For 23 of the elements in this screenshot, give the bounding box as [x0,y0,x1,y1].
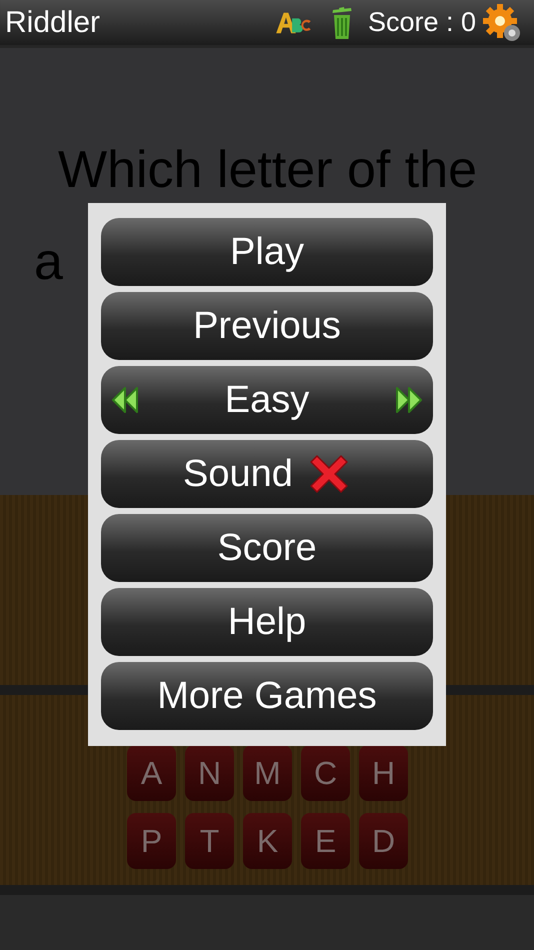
app-title: Riddler [5,6,100,40]
letter-tile[interactable]: C [301,745,350,801]
letter-tile[interactable]: A [127,745,176,801]
letter-tile[interactable]: K [243,813,292,869]
trash-icon[interactable] [330,4,354,40]
sound-toggle-button[interactable]: Sound [101,440,433,508]
letter-tile[interactable]: N [185,745,234,801]
menu-button[interactable]: More Games [101,662,433,730]
score-label: Score : 0 [368,7,476,38]
difficulty-selector[interactable]: Easy [101,366,433,434]
settings-icon[interactable] [482,2,522,42]
letter-tile[interactable]: P [127,813,176,869]
letter-tile[interactable]: E [301,813,350,869]
menu-button[interactable]: Play [101,218,433,286]
menu-button[interactable]: Previous [101,292,433,360]
menu-button[interactable]: Help [101,588,433,656]
double-right-arrow-icon[interactable] [395,385,425,415]
letter-tile[interactable]: D [359,813,408,869]
letter-tile[interactable]: M [243,745,292,801]
letter-tile[interactable]: T [185,813,234,869]
double-left-arrow-icon[interactable] [109,385,139,415]
letter-tile[interactable]: H [359,745,408,801]
menu-button[interactable]: Score [101,514,433,582]
